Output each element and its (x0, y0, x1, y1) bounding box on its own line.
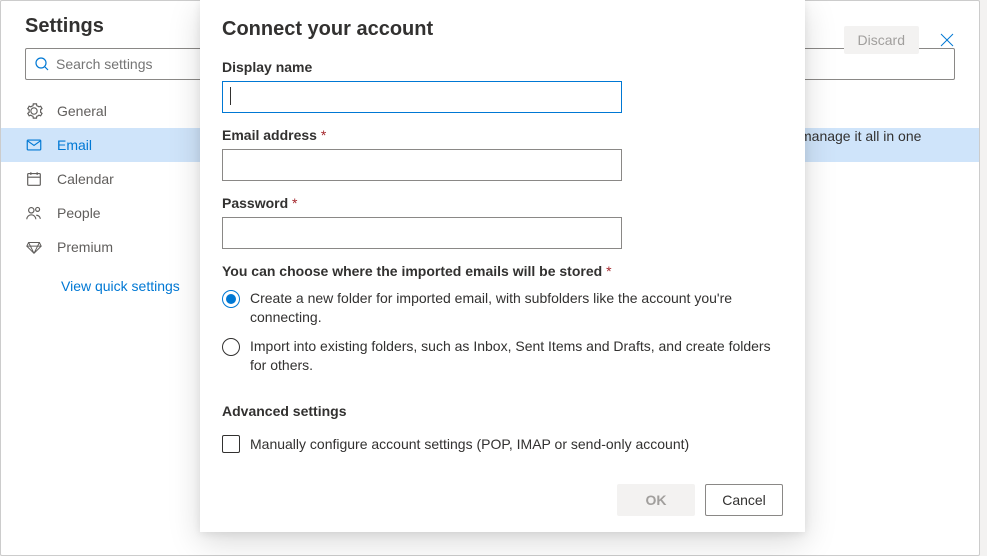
dialog-footer: OK Cancel (222, 484, 783, 516)
nav-label: General (57, 103, 107, 119)
nav-label: Calendar (57, 171, 114, 187)
radio-circle-icon (222, 290, 240, 308)
ok-button[interactable]: OK (617, 484, 695, 516)
manual-config-checkbox[interactable]: Manually configure account settings (POP… (222, 435, 783, 453)
nav-label: Premium (57, 239, 113, 255)
calendar-icon (25, 170, 43, 188)
gear-icon (25, 102, 43, 120)
connect-account-dialog: Connect your account Display name Email … (200, 0, 805, 532)
nav-label: Email (57, 137, 92, 153)
display-name-label: Display name (222, 59, 783, 75)
radio-new-folder[interactable]: Create a new folder for imported email, … (222, 289, 783, 327)
close-icon (940, 33, 954, 47)
people-icon (25, 204, 43, 222)
text-caret (230, 87, 231, 105)
checkbox-icon (222, 435, 240, 453)
advanced-heading: Advanced settings (222, 403, 783, 419)
manual-config-label: Manually configure account settings (POP… (250, 436, 689, 452)
display-name-input[interactable] (222, 81, 622, 113)
close-button[interactable] (931, 24, 963, 56)
email-label: Email address * (222, 127, 783, 143)
radio-existing-folder[interactable]: Import into existing folders, such as In… (222, 337, 783, 375)
password-label: Password * (222, 195, 783, 211)
cancel-button[interactable]: Cancel (705, 484, 783, 516)
radio-new-folder-label: Create a new folder for imported email, … (250, 289, 783, 327)
email-input[interactable] (222, 149, 622, 181)
mail-icon (25, 136, 43, 154)
password-input[interactable] (222, 217, 622, 249)
search-icon (34, 56, 50, 72)
storage-heading: You can choose where the imported emails… (222, 263, 783, 279)
radio-circle-icon (222, 338, 240, 356)
discard-button[interactable]: Discard (844, 26, 919, 54)
dialog-title: Connect your account (222, 18, 783, 41)
nav-label: People (57, 205, 101, 221)
radio-existing-folder-label: Import into existing folders, such as In… (250, 337, 783, 375)
diamond-icon (25, 238, 43, 256)
topbar-right: Discard (844, 24, 963, 56)
background-text: manage it all in one (800, 128, 921, 144)
